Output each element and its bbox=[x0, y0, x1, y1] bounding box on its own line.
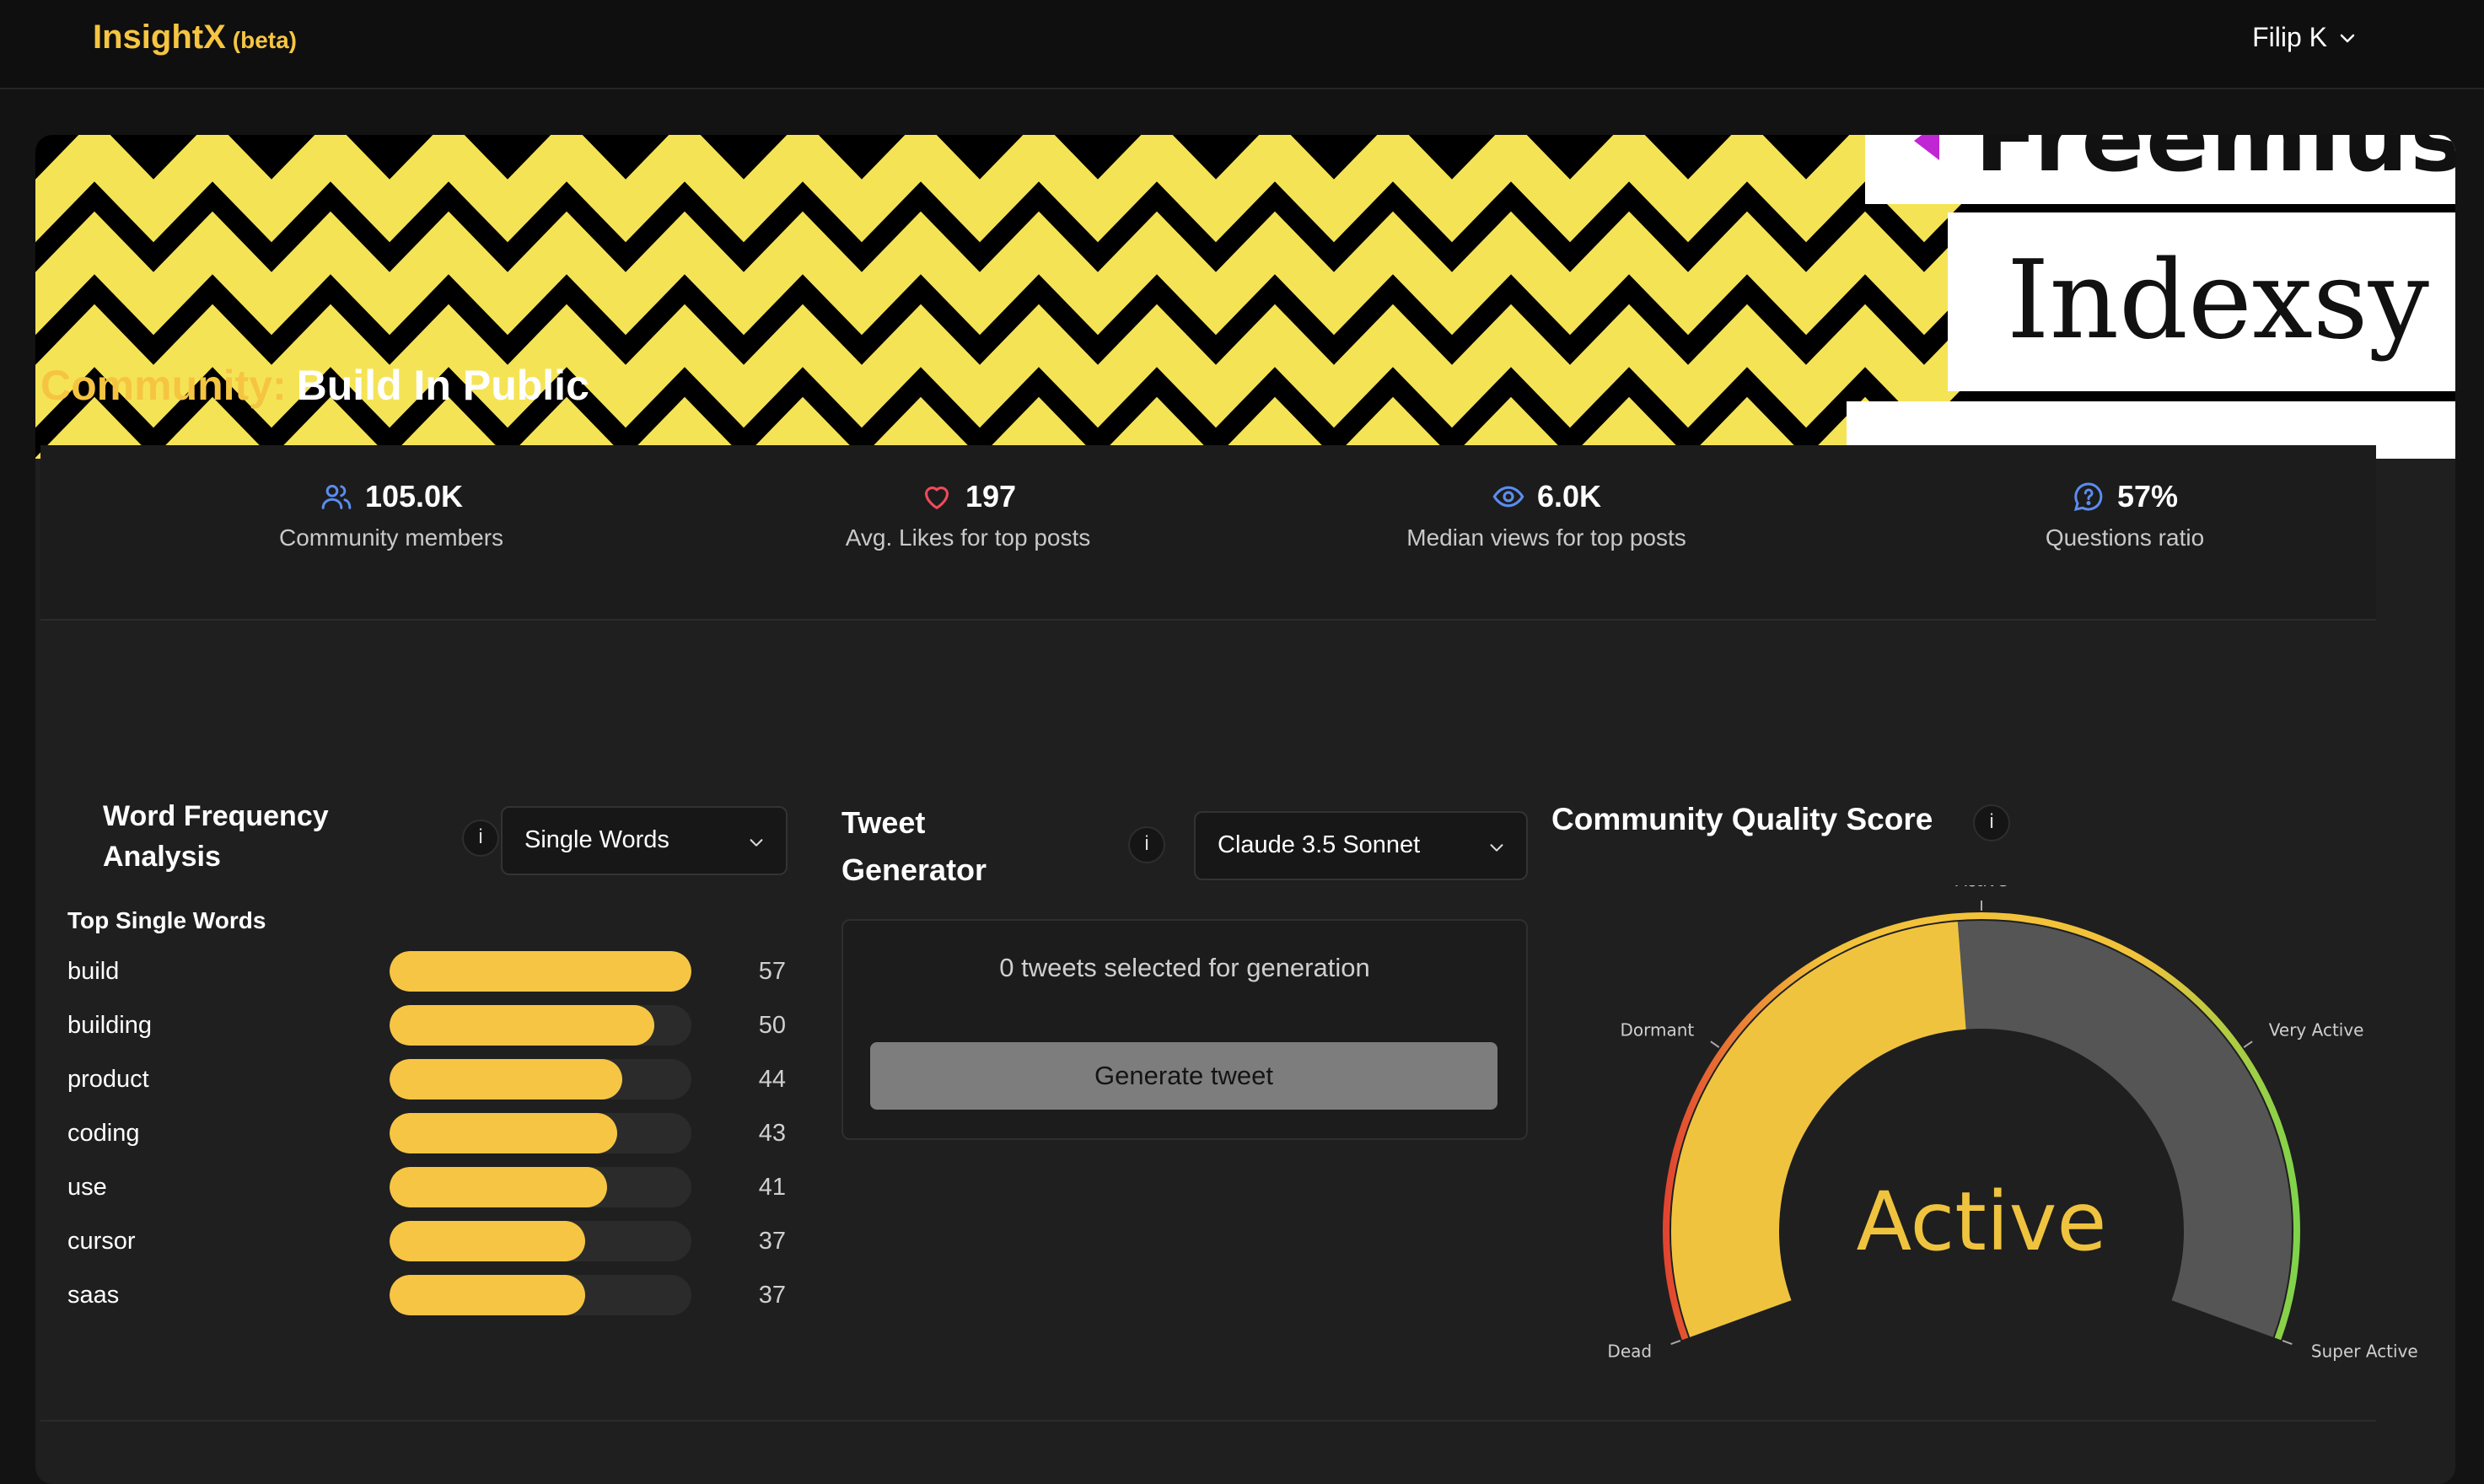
word-count: 37 bbox=[758, 1228, 786, 1255]
word-frequency-row: building 50 bbox=[67, 1005, 793, 1047]
word-bar-fill bbox=[390, 1005, 655, 1046]
zigzag-stripe bbox=[35, 135, 1975, 243]
stat-value: 6.0K bbox=[1536, 479, 1602, 513]
question-bubble-icon bbox=[2073, 482, 2103, 511]
word-frequency-row: saas 37 bbox=[67, 1275, 793, 1317]
users-icon bbox=[321, 485, 352, 509]
word-count: 57 bbox=[758, 958, 786, 985]
section-divider bbox=[40, 1420, 2376, 1422]
gauge-tick bbox=[2282, 1340, 2293, 1346]
stat-value: 105.0K bbox=[364, 479, 464, 513]
word-bar-track bbox=[390, 1221, 691, 1261]
chevron-down-icon bbox=[2340, 34, 2355, 42]
word-mode-select[interactable]: Single Words bbox=[501, 806, 788, 875]
gauge-tick bbox=[1670, 1340, 1681, 1346]
word-count: 41 bbox=[758, 1174, 786, 1201]
top-navigation-bar: InsightX (beta) Filip K bbox=[0, 0, 2484, 89]
quality-gauge: Dead Dormant Active Very Active Super Active… bbox=[1607, 885, 2418, 1361]
gauge-scale-label: Dead bbox=[1607, 1341, 1652, 1361]
stat-community-members: 105.0K Community members bbox=[138, 479, 644, 551]
word-label: product bbox=[67, 1066, 149, 1093]
app-name: InsightX bbox=[93, 19, 226, 56]
stat-questions-ratio: 57% Questions ratio bbox=[1872, 479, 2378, 551]
gauge-tick bbox=[1710, 1040, 1720, 1048]
word-bar-fill bbox=[390, 1059, 623, 1100]
word-label: building bbox=[67, 1012, 152, 1039]
selected-tweets-count: 0 tweets selected for generation bbox=[999, 953, 1370, 982]
word-bar-track bbox=[390, 1005, 691, 1046]
word-bar-fill bbox=[390, 1167, 607, 1207]
generate-tweet-button[interactable]: Generate tweet bbox=[870, 1042, 1497, 1110]
selected-model: Claude 3.5 Sonnet bbox=[1218, 831, 1421, 858]
stat-value: 57% bbox=[2116, 479, 2179, 513]
sponsor-name: Freemius bbox=[1975, 135, 2455, 192]
community-name: Build In Public bbox=[296, 362, 589, 409]
heart-icon bbox=[924, 487, 949, 509]
chevron-down-icon bbox=[750, 839, 763, 847]
tweet-generation-box: 0 tweets selected for generation Generat… bbox=[841, 919, 1528, 1140]
eye-icon bbox=[1492, 486, 1524, 508]
stat-median-views: 6.0K Median views for top posts bbox=[1293, 479, 1799, 551]
freemius-mark-icon bbox=[1914, 135, 1939, 160]
word-count: 43 bbox=[758, 1120, 786, 1147]
gauge-scale-label: Very Active bbox=[2269, 1019, 2364, 1040]
gauge-scale-label: Super Active bbox=[2311, 1341, 2418, 1361]
word-bar-fill bbox=[390, 1221, 586, 1261]
zigzag-pattern bbox=[35, 135, 1975, 459]
word-frequency-title: Word Frequency Analysis bbox=[103, 800, 329, 873]
stat-label: Median views for top posts bbox=[1406, 524, 1686, 551]
word-label: cursor bbox=[67, 1228, 136, 1255]
gauge-scale-label: Active bbox=[1955, 885, 2008, 890]
word-bar-fill bbox=[390, 951, 691, 992]
stat-avg-likes: 197 Avg. Likes for top posts bbox=[715, 479, 1221, 551]
title-prefix: Community: bbox=[40, 362, 287, 409]
gauge-scale-label: Dormant bbox=[1620, 1019, 1694, 1040]
quality-score-info-button[interactable]: i bbox=[1973, 804, 2010, 841]
model-select[interactable]: Claude 3.5 Sonnet bbox=[1194, 811, 1528, 880]
word-frequency-row: cursor 37 bbox=[67, 1221, 793, 1263]
tweet-generator-title: Tweet Generator bbox=[841, 805, 987, 887]
word-bar-track bbox=[390, 1113, 691, 1153]
word-frequency-row: build 57 bbox=[67, 951, 793, 993]
quality-score-title: Community Quality Score bbox=[1551, 802, 1933, 836]
zigzag-stripe bbox=[35, 211, 1975, 336]
stat-label: Questions ratio bbox=[2045, 524, 2205, 551]
chevron-down-icon bbox=[1490, 844, 1503, 852]
app-logo[interactable]: InsightX (beta) bbox=[93, 19, 297, 56]
sponsor-name: Indexsy bbox=[2007, 238, 2429, 363]
community-banner: Freemius Indexsy SITERi bbox=[35, 135, 2455, 459]
word-label: use bbox=[67, 1174, 107, 1201]
word-count: 37 bbox=[758, 1282, 786, 1309]
gauge-tick bbox=[2243, 1040, 2253, 1048]
word-frequency-info-button[interactable]: i bbox=[462, 820, 499, 857]
word-frequency-row: coding 43 bbox=[67, 1113, 793, 1155]
word-bar-track bbox=[390, 1275, 691, 1315]
word-frequency-row: product 44 bbox=[67, 1059, 793, 1101]
word-bar-fill bbox=[390, 1113, 618, 1153]
gauge-status-text: Active bbox=[1857, 1175, 2107, 1269]
word-count: 44 bbox=[758, 1066, 786, 1093]
stat-value: 197 bbox=[965, 479, 1017, 513]
page-title: Community: Build In Public bbox=[40, 361, 589, 410]
sponsor-logo-indexsy: Indexsy bbox=[1948, 212, 2455, 391]
word-count: 50 bbox=[758, 1012, 786, 1039]
word-label: coding bbox=[67, 1120, 140, 1147]
word-frequency-row: use 41 bbox=[67, 1167, 793, 1209]
user-name: Filip K bbox=[2252, 22, 2327, 52]
word-bar-track bbox=[390, 951, 691, 992]
selected-mode: Single Words bbox=[524, 826, 669, 853]
word-label: saas bbox=[67, 1282, 120, 1309]
word-bar-track bbox=[390, 1059, 691, 1100]
stat-label: Avg. Likes for top posts bbox=[845, 524, 1091, 551]
user-menu[interactable]: Filip K bbox=[2252, 22, 2358, 53]
word-frequency-subtitle: Top Single Words bbox=[67, 907, 266, 933]
beta-badge: (beta) bbox=[232, 27, 298, 53]
word-label: build bbox=[67, 958, 120, 985]
stats-row: 105.0K Community members 197 Avg. Likes … bbox=[40, 445, 2376, 621]
sponsor-logo-freemius: Freemius bbox=[1865, 135, 2455, 204]
word-bar-fill bbox=[390, 1275, 586, 1315]
stat-label: Community members bbox=[278, 524, 504, 551]
tweet-generator-info-button[interactable]: i bbox=[1128, 826, 1165, 863]
word-bar-track bbox=[390, 1167, 691, 1207]
